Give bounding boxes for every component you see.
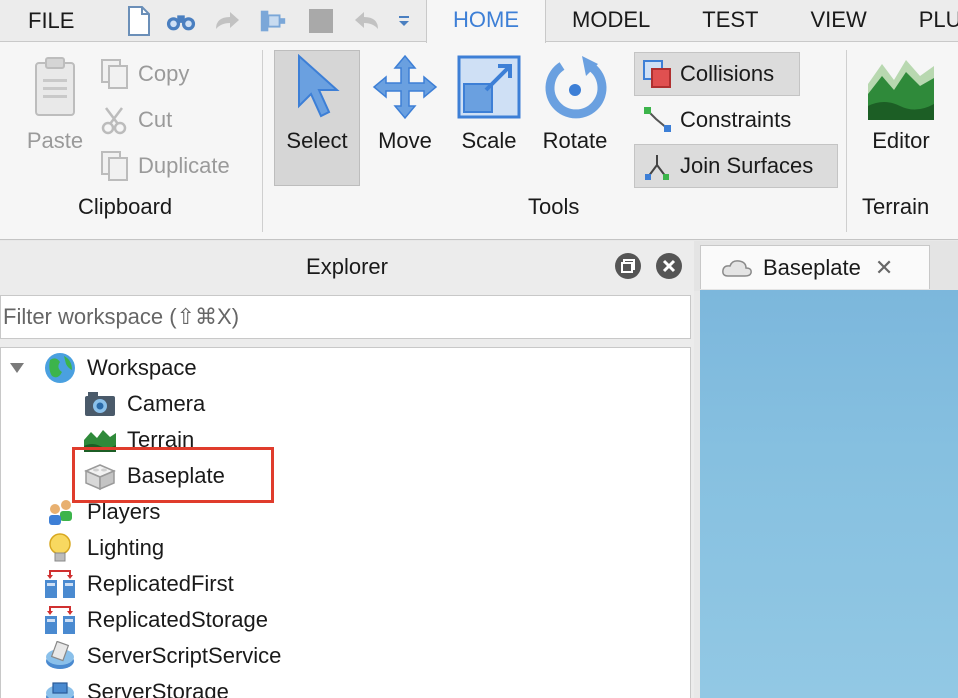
binoculars-icon[interactable] [166,6,196,36]
group-icon[interactable] [258,6,288,36]
terrain-editor-label: Editor [872,128,930,153]
close-icon[interactable] [656,253,682,279]
paste-button[interactable]: Paste [20,52,90,154]
replicated-icon [43,567,77,601]
tree-item-replicatedstorage[interactable]: ReplicatedStorage [43,602,268,638]
tree-item-label: Workspace [87,355,197,380]
copy-icon [98,57,132,91]
copy-button[interactable]: Copy [98,54,189,94]
viewport-tab-label: Baseplate [763,254,861,280]
tree-item-label: ServerScriptService [87,643,282,668]
explorer-tree: Workspace Camera Terrain Baseplate Playe [0,347,691,698]
new-file-icon[interactable] [124,6,154,36]
tab-baseplate[interactable]: Baseplate ✕ [700,245,930,289]
tools-group-label: Tools [528,194,580,219]
duplicate-button[interactable]: Duplicate [98,146,230,186]
tree-item-replicatedfirst[interactable]: ReplicatedFirst [43,566,234,602]
ribbon: Paste Copy Cut Duplicate Clipboard Selec… [0,42,958,240]
highlight-box [72,447,274,503]
expand-arrow-icon[interactable] [9,362,29,374]
cut-button[interactable]: Cut [98,100,172,140]
collisions-icon [640,57,674,91]
tab-test[interactable]: TEST [676,0,784,42]
select-label: Select [286,128,348,153]
explorer-title: Explorer [306,254,388,279]
lightbulb-icon [43,531,77,565]
cursor-arrow-icon [282,52,352,122]
tree-item-label: ReplicatedFirst [87,571,234,596]
tab-model[interactable]: MODEL [546,0,676,42]
tab-home[interactable]: HOME [426,0,546,43]
tab-plugins[interactable]: PLUGI [893,0,958,42]
join-surfaces-label: Join Surfaces [680,153,814,178]
scale-box-icon [454,52,524,122]
move-arrows-icon [370,52,440,122]
scale-tool-button[interactable]: Scale [454,52,524,154]
storage-icon [43,675,77,698]
scissors-icon [98,103,132,137]
clipboard-group-label: Clipboard [78,194,173,219]
close-tab-icon[interactable]: ✕ [875,255,893,281]
rotate-tool-button[interactable]: Rotate [540,52,610,154]
stop-icon[interactable] [306,6,336,36]
ribbon-tabs: HOME MODEL TEST VIEW PLUGI [426,0,958,43]
constraints-label: Constraints [680,107,792,132]
paste-label: Paste [26,128,84,153]
tree-item-lighting[interactable]: Lighting [43,530,164,566]
duplicate-label: Duplicate [138,153,230,178]
move-tool-button[interactable]: Move [370,52,440,154]
top-menu-bar: FILE HOME MODEL TEST VIEW PLUGI [0,0,958,43]
3d-viewport[interactable] [700,290,958,698]
tree-item-label: ServerStorage [87,679,229,698]
terrain-editor-button[interactable]: Editor [866,52,936,154]
duplicate-icon [98,149,132,183]
redo-icon[interactable] [212,6,242,36]
separator [262,50,263,232]
rotate-icon [540,52,610,122]
file-menu[interactable]: FILE [28,8,74,34]
join-surfaces-toggle[interactable]: Join Surfaces [640,146,813,186]
collisions-toggle[interactable]: Collisions [640,54,774,94]
tree-item-camera[interactable]: Camera [83,386,205,422]
tree-item-serverstorage[interactable]: ServerStorage [43,674,229,698]
globe-icon [43,351,77,385]
undo-icon[interactable] [352,6,382,36]
camera-icon [83,387,117,421]
select-tool-button[interactable]: Select [282,52,352,154]
replicated-icon [43,603,77,637]
join-surfaces-icon [640,149,674,183]
constraints-icon [640,103,674,137]
tree-item-workspace[interactable]: Workspace [9,350,197,386]
script-service-icon [43,639,77,673]
filter-workspace-input[interactable]: Filter workspace (⇧⌘X) [0,295,691,339]
clipboard-icon [20,52,90,122]
copy-label: Copy [138,61,190,86]
tree-item-label: Lighting [87,535,165,560]
move-label: Move [378,128,432,153]
collisions-label: Collisions [680,61,775,86]
separator [846,50,847,232]
tab-view[interactable]: VIEW [784,0,892,42]
cloud-icon [721,258,753,278]
cut-label: Cut [138,107,173,132]
tree-item-label: Camera [127,391,206,416]
scale-label: Scale [461,128,517,153]
terrain-group-label: Terrain [862,194,930,219]
terrain-icon [866,52,936,122]
constraints-toggle[interactable]: Constraints [640,100,791,140]
tree-item-serverscriptservice[interactable]: ServerScriptService [43,638,281,674]
viewport-tab-bar: Baseplate ✕ [694,241,958,291]
rotate-label: Rotate [542,128,608,153]
tree-item-label: ReplicatedStorage [87,607,269,632]
undock-icon[interactable] [615,253,641,279]
quick-access-dropdown-icon[interactable] [392,6,416,36]
